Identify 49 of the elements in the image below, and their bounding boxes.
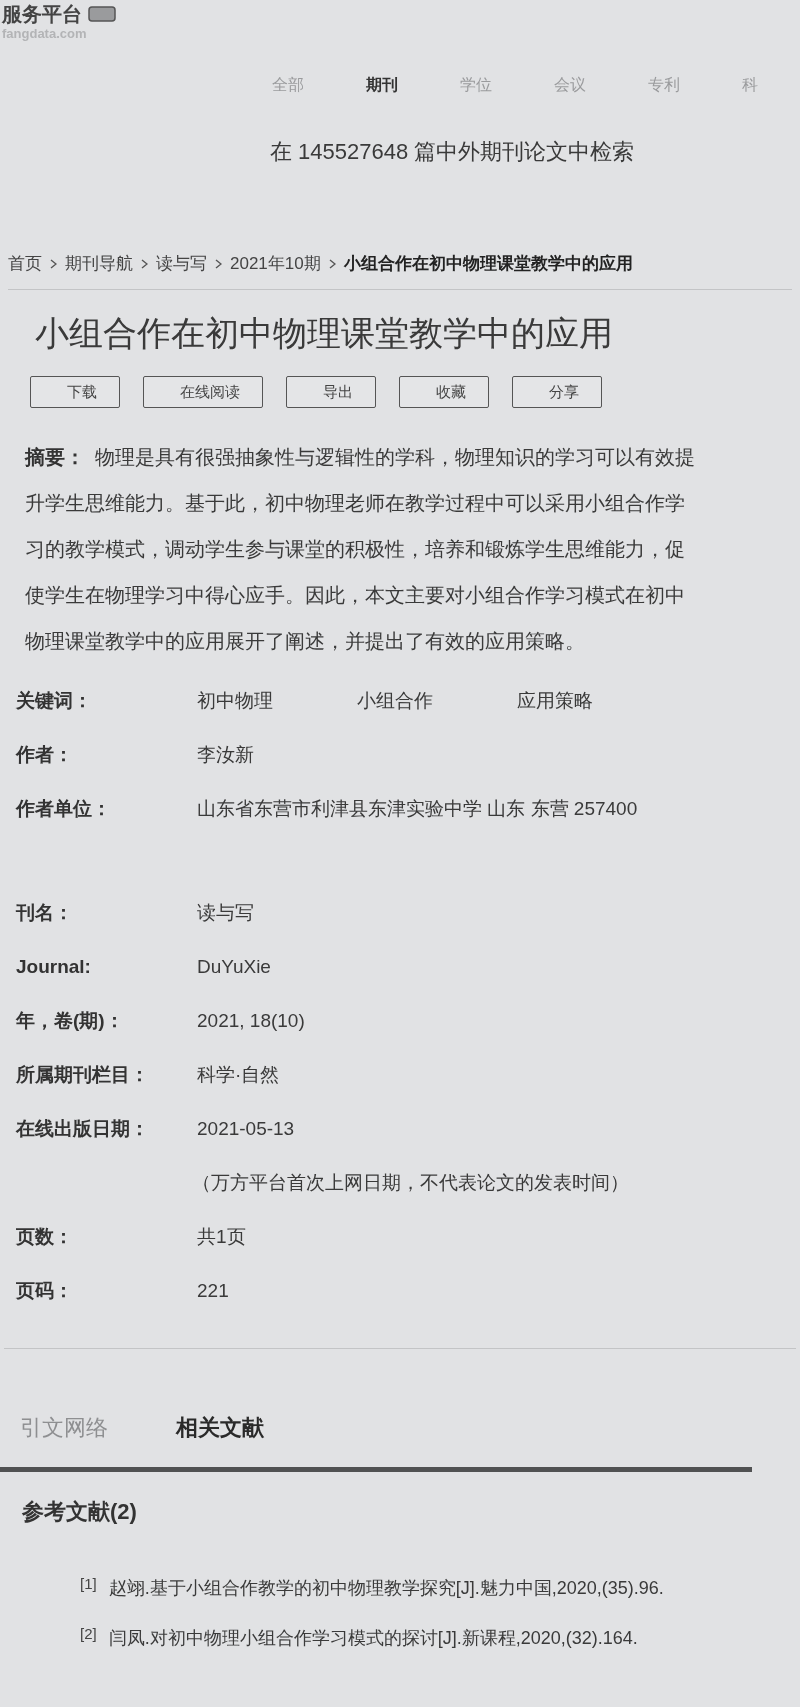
field-value: 应用策略: [517, 688, 594, 713]
reference-text: 闫凤.对初中物理小组合作学习模式的探讨[J].新课程,2020,(32).164.: [108, 1626, 638, 1650]
logo-badge-icon: [88, 6, 116, 22]
nav-tab[interactable]: 期刊: [366, 73, 398, 97]
action-button[interactable]: 在线阅读: [143, 376, 263, 408]
field-value: DuYuXie: [197, 954, 272, 979]
article-title: 小组合作在初中物理课堂教学中的应用: [35, 313, 614, 354]
field-value: 读与写: [197, 900, 255, 925]
search-prompt: 在 145527648 篇中外期刊论文中检索: [270, 139, 635, 164]
field-label: 在线出版日期：: [16, 1116, 150, 1141]
field-label: 关键词：: [16, 688, 93, 713]
breadcrumb-link[interactable]: 读与写: [156, 250, 207, 277]
action-button[interactable]: 下载: [30, 376, 120, 408]
breadcrumb-link[interactable]: 2021年10期: [230, 250, 321, 277]
section-heading: 参考文献(2): [22, 1498, 138, 1526]
action-button[interactable]: 收藏: [399, 376, 489, 408]
field-value: 2021-05-13: [197, 1116, 296, 1141]
field-label: 刊名：: [16, 900, 74, 925]
field-label: 年，卷(期)：: [16, 1008, 125, 1033]
field-value: 221: [197, 1278, 230, 1303]
field-value: 初中物理: [197, 688, 274, 713]
chevron-right-icon: [50, 258, 57, 269]
field-value: 小组合作: [357, 688, 434, 713]
note-text: （万方平台首次上网日期，不代表论文的发表时间）: [192, 1170, 629, 1195]
abstract-paragraph: 摘要： 物理是具有很强抽象性与逻辑性的学科，物理知识的学习可以有效提升学生思维能力。基于此，初中物理老师在教学过程中可以采用小组合作学习的教学模式，调动学生参与课堂的积极性，培养和锻炼学生思维能力，促使学生在物理学习中得心应手。因此，本文主要对小组合作学习模式在初中物理课堂教学中的应用展开了阐述，并提出了有效的应用策略。: [25, 445, 696, 654]
action-button[interactable]: 分享: [512, 376, 602, 408]
field-label: 作者：: [16, 742, 74, 767]
reference-index: [2]: [80, 1623, 97, 1644]
field-label: 页数：: [16, 1224, 74, 1249]
breadcrumb-current: 小组合作在初中物理课堂教学中的应用: [343, 252, 633, 275]
field-value: 2021, 18(10): [197, 1008, 305, 1033]
chevron-right-icon: [328, 258, 336, 269]
field-label: 页码：: [16, 1278, 74, 1303]
breadcrumb-link[interactable]: 期刊导航: [65, 250, 133, 277]
reference-text: 赵翊.基于小组合作教学的初中物理教学探究[J].魅力中国,2020,(35).96.: [108, 1576, 664, 1600]
field-label: Journal:: [16, 954, 92, 979]
field-value: 共1页: [197, 1224, 247, 1249]
field-value: 科学·自然: [197, 1062, 281, 1087]
chevron-right-icon: [215, 258, 222, 269]
reference-index: [1]: [80, 1573, 97, 1594]
breadcrumb-link[interactable]: 首页: [8, 250, 42, 277]
action-button[interactable]: 导出: [286, 376, 376, 408]
field-value: 山东省东营市利津县东津实验中学 山东 东营 257400: [197, 796, 638, 821]
logo-text: 服务平台: [2, 2, 82, 26]
section-tab[interactable]: 相关文献: [176, 1410, 264, 1444]
field-value: 李汝新: [197, 742, 255, 767]
field-label: 所属期刊栏目：: [16, 1062, 150, 1087]
chevron-right-icon: [141, 258, 148, 269]
field-label: 作者单位：: [16, 796, 112, 821]
